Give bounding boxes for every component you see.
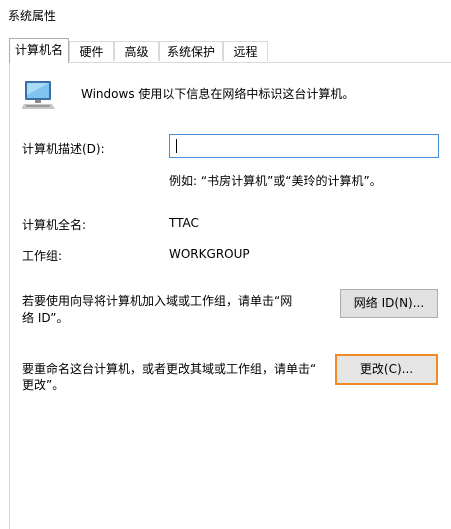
- title-bar: 系统属性: [0, 0, 451, 30]
- tab-hardware[interactable]: 硬件: [69, 41, 114, 61]
- text-caret: [176, 139, 177, 153]
- tab-remote[interactable]: 远程: [223, 41, 268, 61]
- network-id-button[interactable]: 网络 ID(N)...: [340, 289, 438, 318]
- header-text: Windows 使用以下信息在网络中标识这台计算机。: [81, 87, 355, 101]
- computer-description-input[interactable]: [169, 134, 439, 158]
- network-id-text-1: 若要使用向导将计算机加入域或工作组，请单击“网: [22, 294, 293, 308]
- rename-text-2: 更改”。: [22, 378, 65, 392]
- description-label: 计算机描述(D):: [22, 142, 105, 156]
- change-button[interactable]: 更改(C)...: [335, 354, 438, 385]
- computer-icon: [22, 81, 55, 109]
- workgroup-label: 工作组:: [22, 249, 63, 263]
- description-example: 例如: “书房计算机”或“美玲的计算机”。: [169, 174, 382, 188]
- full-name-label: 计算机全名:: [22, 218, 87, 232]
- rename-text-1: 要重命名这台计算机，或者更改其域或工作组，请单击“: [22, 362, 317, 376]
- network-id-text-2: 络 ID”。: [22, 311, 69, 325]
- window-title: 系统属性: [8, 9, 57, 23]
- tab-advanced[interactable]: 高级: [114, 41, 159, 61]
- workgroup-value: WORKGROUP: [169, 247, 250, 261]
- tab-computer-name[interactable]: 计算机名: [9, 38, 69, 63]
- tab-strip: 计算机名 硬件 高级 系统保护 远程: [0, 38, 451, 63]
- tab-system-protection[interactable]: 系统保护: [159, 41, 223, 61]
- full-name-value: TTAC: [169, 216, 199, 230]
